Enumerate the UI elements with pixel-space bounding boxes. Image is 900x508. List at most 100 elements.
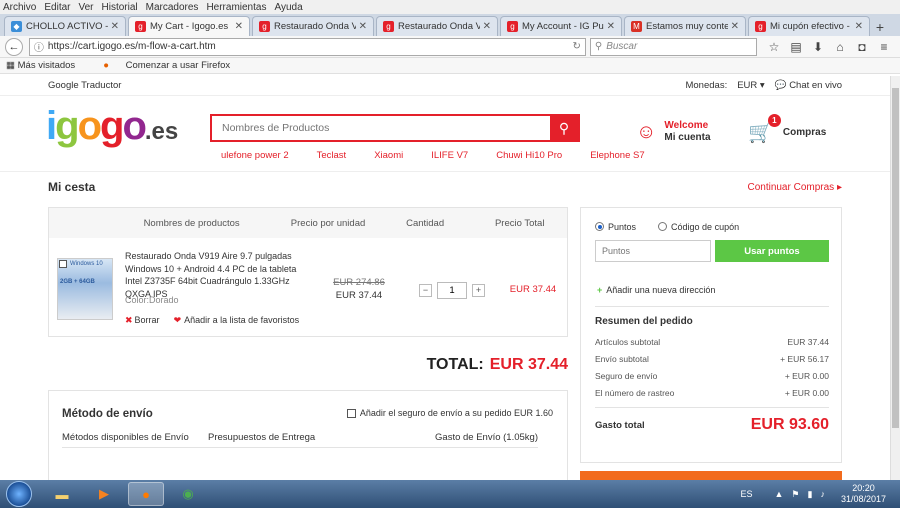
tab-chollo[interactable]: ◆ CHOLLO ACTIVO - Real ✕ xyxy=(4,16,126,36)
grand-total: Gasto total EUR 93.60 xyxy=(595,416,829,434)
download-icon[interactable]: ⬇ xyxy=(807,40,829,54)
minus-button[interactable]: − xyxy=(419,284,432,297)
menu-archivo[interactable]: Archivo xyxy=(3,2,36,13)
close-icon[interactable]: ✕ xyxy=(483,21,491,32)
wishlist-button[interactable]: ❤ Añadir a la lista de favoristos xyxy=(160,315,300,326)
bookmark-label: Comenzar a usar Firefox xyxy=(125,60,231,71)
network-icon[interactable]: ▮ xyxy=(808,489,813,500)
shipping-insurance-option[interactable]: Añadir el seguro de envío a su pedido EU… xyxy=(346,408,553,418)
menu-historial[interactable]: Historial xyxy=(102,2,138,13)
continue-shopping-link[interactable]: Continuar Compras ▸ xyxy=(747,182,842,193)
menu-marcadores[interactable]: Marcadores xyxy=(146,2,199,13)
menu-ayuda[interactable]: Ayuda xyxy=(274,2,302,13)
add-address-link[interactable]: + Añadir una nueva dirección xyxy=(597,285,715,295)
cart-link[interactable]: 🛒 1 Compras xyxy=(748,114,827,145)
search-button[interactable]: ⚲ xyxy=(550,116,578,140)
reload-icon[interactable]: ↻ xyxy=(572,41,580,52)
google-translate-link[interactable]: Google Traductor xyxy=(48,80,121,91)
hot-link[interactable]: ILIFE V7 xyxy=(431,150,468,161)
menu-hamburger-icon[interactable]: ≡ xyxy=(873,40,895,54)
igogo-icon: g xyxy=(755,21,766,32)
points-radio[interactable]: Puntos xyxy=(595,222,636,232)
hot-link[interactable]: Teclast xyxy=(317,150,347,161)
tab-my-cart[interactable]: g My Cart - Igogo.es ✕ xyxy=(128,16,250,36)
close-icon[interactable]: ✕ xyxy=(111,21,119,32)
url-bar[interactable]: ⓘ https://cart.igogo.es/m-flow-a-cart.ht… xyxy=(28,37,586,56)
page-content: Google Traductor Monedas: EUR ▾ 💬 Chat e… xyxy=(0,76,890,480)
new-tab-button[interactable]: + xyxy=(872,18,888,36)
tab-restaurado-1[interactable]: g Restaurado Onda V919 A ✕ xyxy=(252,16,374,36)
close-icon[interactable]: ✕ xyxy=(855,21,863,32)
start-button[interactable] xyxy=(6,481,32,507)
hot-link[interactable]: ulefone power 2 xyxy=(221,150,289,161)
product-checkbox[interactable] xyxy=(59,260,67,268)
continue-label: Continuar Compras xyxy=(747,181,835,193)
quantity-stepper: − + xyxy=(419,282,485,299)
home-icon[interactable]: ⌂ xyxy=(829,40,851,54)
logo-suffix: .es xyxy=(144,118,179,145)
cart-label: Compras xyxy=(782,127,827,138)
menu-editar[interactable]: Editar xyxy=(44,2,70,13)
search-icon: ⚲ xyxy=(558,119,570,136)
reading-list-icon[interactable]: ▤ xyxy=(785,40,807,54)
radio-icon xyxy=(658,222,668,231)
plus-icon: + xyxy=(597,285,603,295)
close-icon[interactable]: ✕ xyxy=(731,21,739,32)
gmail-icon: M xyxy=(631,21,642,32)
use-points-button[interactable]: Usar puntos xyxy=(715,240,829,262)
insurance-checkbox[interactable] xyxy=(346,408,356,418)
deal-icon: ◆ xyxy=(11,21,22,32)
chrome-icon[interactable]: ◉ xyxy=(170,482,206,506)
plus-button[interactable]: + xyxy=(472,284,485,297)
account-link[interactable]: ☺ Welcome Mi cuenta xyxy=(636,120,711,144)
currency-select[interactable]: EUR ▾ xyxy=(737,80,764,91)
explorer-icon[interactable]: ▬ xyxy=(44,482,80,506)
product-actions: ✖ Borrar ❤ Añadir a la lista de favoristos xyxy=(125,315,299,326)
menu-ver[interactable]: Ver xyxy=(78,2,93,13)
page-scrollbar[interactable] xyxy=(890,76,900,480)
checkout-button[interactable] xyxy=(580,471,842,480)
coupon-radio[interactable]: Código de cupón xyxy=(658,222,739,232)
summary-row: Seguro de envío + EUR 0.00 xyxy=(595,371,829,388)
scrollbar-thumb[interactable] xyxy=(892,88,899,428)
bookmark-most-visited[interactable]: ▦ Más visitados xyxy=(6,60,89,71)
close-icon[interactable]: ✕ xyxy=(607,21,615,32)
firefox-icon[interactable]: ● xyxy=(128,482,164,506)
summary-value: EUR 37.44 xyxy=(787,337,829,347)
tab-cupon[interactable]: g Mi cupón efectivo - Igo ✕ xyxy=(748,16,870,36)
close-icon[interactable]: ✕ xyxy=(359,21,367,32)
product-name[interactable]: Restaurado Onda V919 Aire 9.7 pulgadas W… xyxy=(125,250,309,300)
live-chat-link[interactable]: 💬 Chat en vivo xyxy=(775,80,842,91)
close-icon[interactable]: ✕ xyxy=(235,21,243,32)
summary-label: El número de rastreo xyxy=(595,388,675,398)
bookmark-getting-started[interactable]: ● Comenzar a usar Firefox xyxy=(103,60,244,71)
volume-icon[interactable]: ♪ xyxy=(820,489,825,499)
tab-restaurado-2[interactable]: g Restaurado Onda V919 A ✕ xyxy=(376,16,498,36)
bookmark-star-icon[interactable]: ☆ xyxy=(763,40,785,54)
flag-icon[interactable]: ⚑ xyxy=(791,489,799,500)
points-input[interactable] xyxy=(595,240,711,262)
tab-gmail[interactable]: M Estamos muy contentos ✕ xyxy=(624,16,746,36)
divider xyxy=(595,306,829,307)
hot-link[interactable]: Elephone S7 xyxy=(590,150,644,161)
igogo-logo[interactable]: igogo.es xyxy=(46,104,178,149)
hot-link[interactable]: Chuwi Hi10 Pro xyxy=(496,150,562,161)
summary-row: Envío subtotal + EUR 56.17 xyxy=(595,354,829,371)
wishlist-label: Añadir a la lista de favoristos xyxy=(184,315,300,325)
media-player-icon[interactable]: ▶ xyxy=(86,482,122,506)
quantity-input[interactable] xyxy=(437,282,467,299)
hot-link[interactable]: Xiaomi xyxy=(374,150,403,161)
clock[interactable]: 20:20 31/08/2017 xyxy=(841,483,886,505)
show-hidden-icons-icon[interactable]: ▲ xyxy=(775,489,784,499)
pocket-icon[interactable]: ◘ xyxy=(851,40,873,54)
language-indicator[interactable]: ES xyxy=(740,489,752,499)
back-button[interactable]: ← xyxy=(5,37,23,56)
browser-search-input[interactable]: ⚲ Buscar xyxy=(589,37,757,56)
site-info-icon[interactable]: ⓘ xyxy=(34,39,44,54)
product-image[interactable]: Windows 10 2GB + 64GB xyxy=(57,258,113,320)
delete-button[interactable]: ✖ Borrar xyxy=(125,315,160,326)
menu-herramientas[interactable]: Herramientas xyxy=(206,2,266,13)
product-search-input[interactable] xyxy=(212,116,550,140)
summary-value: + EUR 0.00 xyxy=(784,371,829,381)
tab-my-account[interactable]: g My Account - IG Puntos ✕ xyxy=(500,16,622,36)
